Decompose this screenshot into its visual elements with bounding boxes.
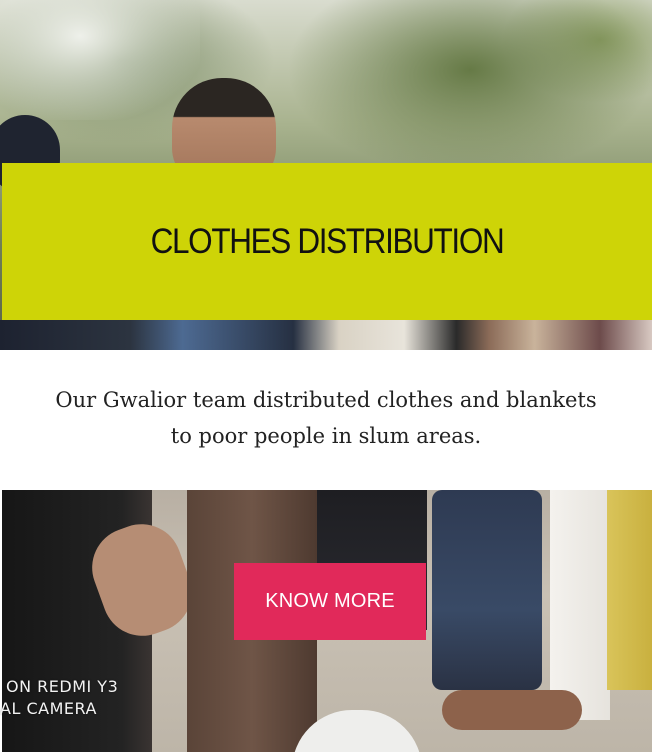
photo-person-right [432,490,542,690]
description-line-2: to poor people in slum areas. [170,424,482,448]
description-line-1: Our Gwalior team distributed clothes and… [55,388,597,412]
watermark-line-2: AL CAMERA [0,699,97,718]
hero-sky [0,0,200,120]
photo-white-cloth [550,490,610,720]
photo-yellow-cloth [607,490,652,690]
hero-crowd-strip [0,320,652,350]
watermark-line-1: ON REDMI Y3 [6,677,119,696]
photo-watermark: ON REDMI Y3 AL CAMERA [0,676,119,720]
section-description: Our Gwalior team distributed clothes and… [0,382,652,454]
photo-feet [442,690,582,730]
section-title: CLOTHES DISTRIBUTION [150,221,505,261]
title-banner: CLOTHES DISTRIBUTION [2,163,652,320]
know-more-button[interactable]: KNOW MORE [234,563,426,640]
